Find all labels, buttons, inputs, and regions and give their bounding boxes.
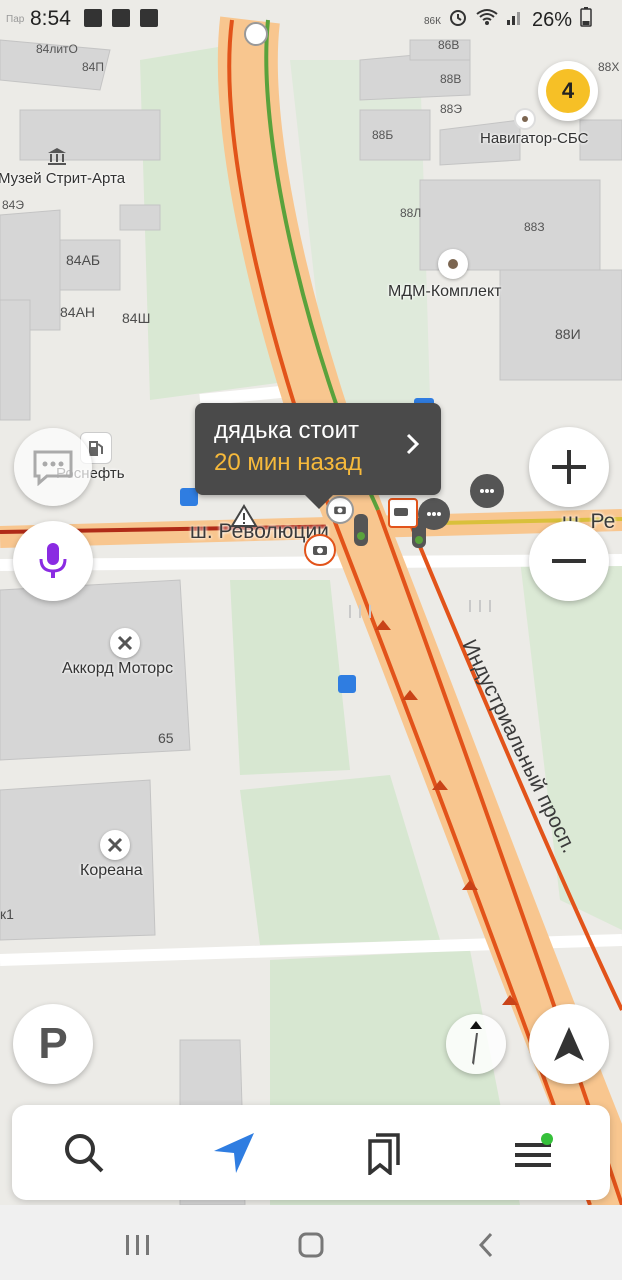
chevron-right-icon	[405, 431, 421, 463]
task-check-icon	[140, 9, 158, 27]
building-label: 84литО	[36, 42, 78, 56]
minus-icon	[552, 559, 586, 563]
poi-dot-icon[interactable]	[516, 110, 534, 128]
navigation-arrow-icon	[554, 1027, 584, 1061]
building-label: 86В	[438, 38, 460, 52]
car-service-icon[interactable]	[110, 628, 140, 658]
bus-stop-icon[interactable]	[338, 675, 356, 693]
search-icon	[65, 1133, 104, 1172]
chat-bubble-icon[interactable]	[418, 498, 450, 530]
zoom-in-button[interactable]	[529, 427, 609, 507]
navigation-send-icon	[214, 1132, 254, 1173]
tab-navigation[interactable]	[184, 1105, 284, 1200]
tab-menu[interactable]	[484, 1105, 584, 1200]
zoom-out-button[interactable]	[529, 521, 609, 601]
building-label: к1	[0, 906, 14, 922]
building-label: 84АН	[60, 304, 96, 320]
building-label: 84Э	[2, 198, 24, 212]
building-label: 88Л	[400, 206, 422, 220]
compass-button[interactable]	[446, 1014, 506, 1074]
building-label: 88Х	[598, 60, 620, 74]
facebook-icon	[112, 9, 130, 27]
place-label-museum[interactable]: Музей Стрит-Арта	[0, 170, 125, 187]
battery-icon	[580, 7, 592, 33]
building-label: 65	[158, 730, 174, 746]
building-label: 84П	[82, 60, 104, 74]
bookmarks-icon	[368, 1132, 400, 1175]
tooltip-tail	[305, 495, 333, 509]
signal-icon	[506, 8, 524, 32]
alarm-icon	[448, 7, 468, 33]
building-label: 84Ш	[122, 310, 151, 326]
parking-button[interactable]: P	[13, 1004, 93, 1084]
place-label-koreana[interactable]: Кореана	[80, 862, 143, 880]
back-button[interactable]	[456, 1225, 516, 1265]
place-label-mdm[interactable]: МДМ-Комплект	[388, 283, 501, 301]
warning-icon[interactable]	[230, 504, 258, 528]
place-label-navigator[interactable]: Навигатор-СБС	[480, 130, 588, 147]
back-icon	[478, 1232, 493, 1258]
road-events-badge[interactable]: 4	[538, 61, 598, 121]
bottom-tab-bar	[12, 1105, 610, 1200]
bank-notification-icon	[84, 9, 102, 27]
building-label: 88Э	[440, 102, 462, 116]
home-icon	[298, 1232, 324, 1258]
status-bar: 8:54 26%	[0, 0, 622, 36]
battery-percent: 26%	[531, 8, 572, 31]
tooltip-time: 20 мин назад	[214, 449, 362, 476]
place-label-accord[interactable]: Аккорд Моторс	[62, 660, 173, 678]
chat-bubble-icon[interactable]	[470, 474, 504, 508]
status-time: 8:54	[30, 7, 71, 30]
poi-dot-icon[interactable]	[438, 249, 468, 279]
chat-icon	[33, 450, 73, 486]
recent-apps-icon	[126, 1235, 149, 1255]
speed-camera-icon[interactable]	[304, 534, 336, 566]
home-button[interactable]	[281, 1225, 341, 1265]
road-event-tooltip[interactable]: дядька стоит 20 мин назад	[195, 403, 441, 509]
system-nav-bar	[0, 1205, 622, 1280]
event-count: 4	[546, 69, 590, 113]
building-label: 88И	[555, 326, 581, 342]
chat-button[interactable]	[14, 428, 92, 506]
tab-bookmarks[interactable]	[334, 1105, 434, 1200]
accident-icon[interactable]	[388, 498, 418, 528]
my-location-button[interactable]	[529, 1004, 609, 1084]
menu-icon	[515, 1132, 553, 1167]
tab-search[interactable]	[34, 1105, 134, 1200]
carrier-hint: Пар	[6, 14, 25, 25]
parking-label: P	[38, 1019, 68, 1068]
tooltip-title: дядька стоит	[214, 417, 360, 444]
museum-icon[interactable]	[46, 146, 68, 166]
status-right: 26%	[448, 7, 592, 33]
compass-icon	[470, 1021, 482, 1065]
building-label: 84АБ	[66, 252, 101, 268]
microphone-icon	[39, 543, 67, 578]
car-service-icon[interactable]	[100, 830, 130, 860]
wifi-icon	[476, 8, 498, 32]
recent-apps-button[interactable]	[108, 1225, 168, 1265]
plus-icon	[552, 450, 586, 484]
building-label: 88В	[440, 72, 462, 86]
voice-assistant-button[interactable]	[13, 521, 93, 601]
building-label: 88Б	[372, 128, 394, 142]
traffic-light-icon[interactable]	[354, 514, 368, 546]
notification-icons	[84, 9, 158, 27]
building-label: 88З	[524, 220, 545, 234]
